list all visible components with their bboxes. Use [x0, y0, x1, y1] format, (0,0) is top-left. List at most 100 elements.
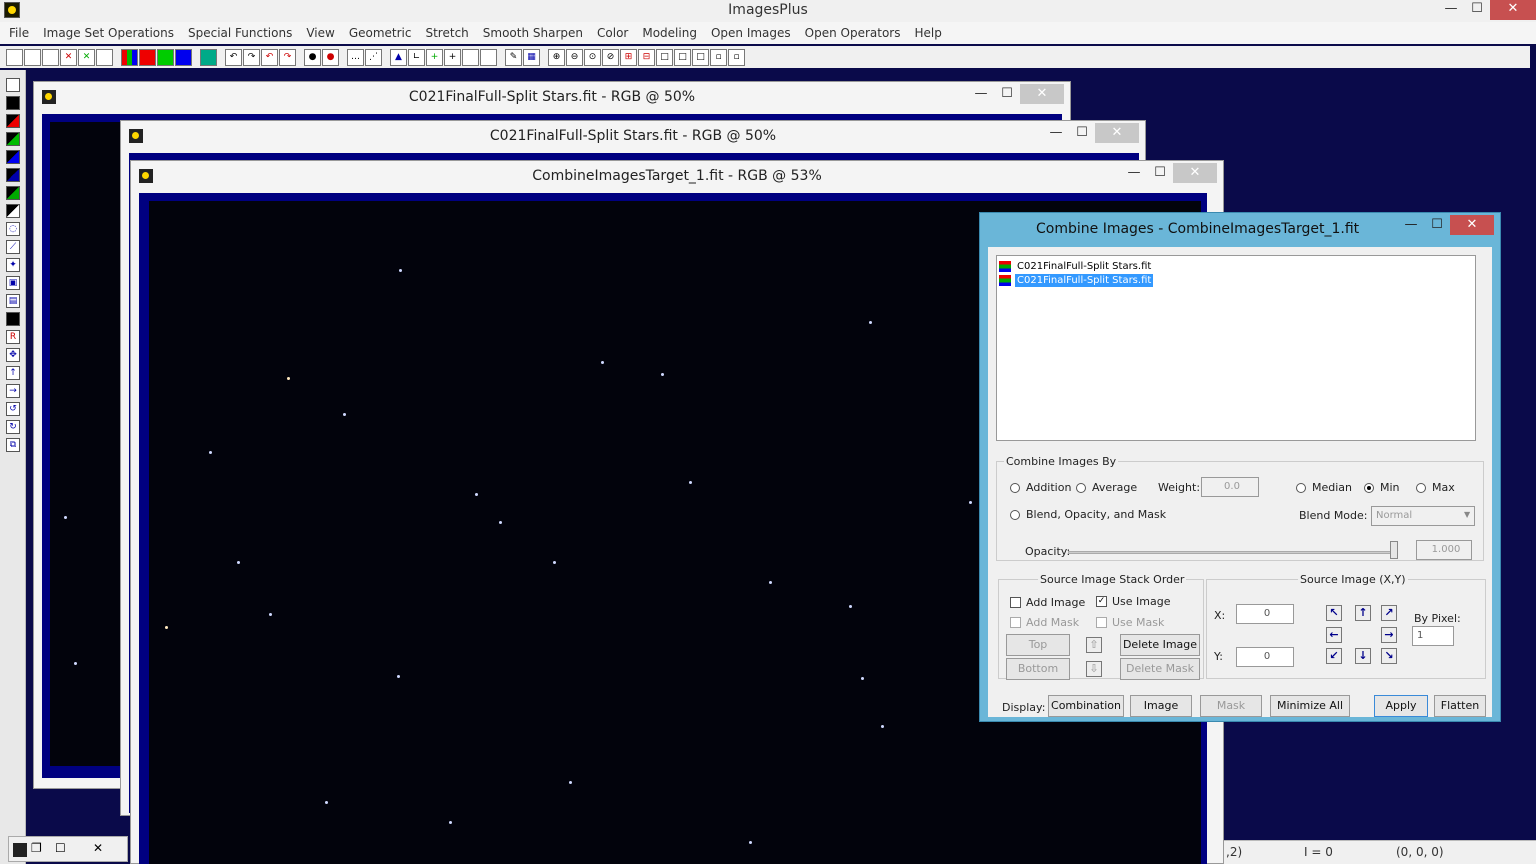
blue-black-icon[interactable]: [6, 150, 20, 164]
maximize-icon[interactable]: ☐: [1464, 0, 1490, 20]
addition-radio[interactable]: [1010, 483, 1020, 493]
frame-2-icon[interactable]: □: [674, 48, 691, 66]
star-icon[interactable]: ✦: [6, 258, 20, 272]
frame-4-icon[interactable]: ▫: [710, 48, 727, 66]
rgb-icon[interactable]: [121, 48, 138, 66]
list-item[interactable]: C021FinalFull-Split Stars.fit: [999, 260, 1153, 273]
median-radio[interactable]: [1296, 483, 1306, 493]
arrow-down-right-icon[interactable]: ↘: [1381, 648, 1397, 664]
minimize-icon[interactable]: —: [1438, 0, 1464, 20]
rotate-right-icon[interactable]: ↻: [6, 420, 20, 434]
arrow-up-icon[interactable]: ↑: [1355, 605, 1371, 621]
open-icon[interactable]: [24, 48, 41, 66]
move-down-icon[interactable]: ⇩: [1086, 661, 1102, 677]
minimized-window-bar[interactable]: ❐ ☐ ✕: [8, 836, 128, 862]
r-icon[interactable]: R: [6, 330, 20, 344]
move-up-icon[interactable]: ⇧: [1086, 637, 1102, 653]
chart-icon[interactable]: [480, 48, 497, 66]
add-mask-checkbox[interactable]: [1010, 617, 1021, 628]
frame-3-icon[interactable]: □: [692, 48, 709, 66]
redo-red-icon[interactable]: ↷: [279, 48, 296, 66]
arrow-down-left-icon[interactable]: ↙: [1326, 648, 1342, 664]
frame-1-icon[interactable]: □: [656, 48, 673, 66]
crosshair-icon[interactable]: +: [444, 48, 461, 66]
menu-geometric[interactable]: Geometric: [342, 22, 419, 44]
mountain-icon[interactable]: ▲: [390, 48, 407, 66]
arrow-right-icon[interactable]: →: [6, 384, 20, 398]
redo-icon[interactable]: ↷: [243, 48, 260, 66]
blend-mode-select[interactable]: Normal: [1371, 506, 1475, 526]
close-icon[interactable]: ✕: [1450, 215, 1494, 235]
zoom-red-plus-icon[interactable]: ⊞: [620, 48, 637, 66]
arrow-down-icon[interactable]: ↓: [1355, 648, 1371, 664]
top-button[interactable]: Top: [1006, 634, 1070, 656]
line-icon[interactable]: ⟋: [6, 240, 20, 254]
zoom-out-icon[interactable]: ⊖: [566, 48, 583, 66]
zoom-fit-icon[interactable]: ⊙: [584, 48, 601, 66]
delete-mask-button[interactable]: Delete Mask: [1120, 658, 1200, 680]
close-icon[interactable]: ✕: [1095, 123, 1139, 143]
tools-2-icon[interactable]: [6, 186, 20, 200]
arrow-right-icon[interactable]: →: [1381, 627, 1397, 643]
green-channel-icon[interactable]: [157, 48, 174, 66]
mask-button[interactable]: Mask: [1200, 695, 1262, 717]
chevron-down-icon[interactable]: ▼: [1464, 510, 1470, 519]
opacity-slider[interactable]: [1068, 551, 1394, 554]
crosshair-green-icon[interactable]: +: [426, 48, 443, 66]
menu-special-functions[interactable]: Special Functions: [181, 22, 299, 44]
arrow-left-icon[interactable]: ←: [1326, 627, 1342, 643]
by-pixel-field[interactable]: 1: [1412, 626, 1454, 646]
arrow-up-icon[interactable]: ↑: [6, 366, 20, 380]
zoom-in-icon[interactable]: ⊕: [548, 48, 565, 66]
zoom-red-minus-icon[interactable]: ⊟: [638, 48, 655, 66]
lasso-icon[interactable]: ◌: [6, 222, 20, 236]
min-radio[interactable]: [1364, 483, 1374, 493]
black-bar-icon[interactable]: [6, 312, 20, 326]
tools-3-icon[interactable]: [6, 204, 20, 218]
menu-color[interactable]: Color: [590, 22, 635, 44]
undo-red-icon[interactable]: ↶: [261, 48, 278, 66]
combination-button[interactable]: Combination: [1048, 695, 1124, 717]
zoom-actual-icon[interactable]: ⊘: [602, 48, 619, 66]
close-icon[interactable]: ✕: [1020, 84, 1064, 104]
copy-icon[interactable]: ⧉: [6, 438, 20, 452]
y-offset-field[interactable]: 0: [1236, 647, 1294, 667]
add-image-checkbox[interactable]: [1010, 597, 1021, 608]
maximize-icon[interactable]: ☐: [1147, 163, 1173, 183]
axes-icon[interactable]: ∟: [408, 48, 425, 66]
menu-file[interactable]: File: [2, 22, 36, 44]
black-square-icon[interactable]: [6, 96, 20, 110]
grid-blue-icon[interactable]: ▦: [523, 48, 540, 66]
minimize-all-button[interactable]: Minimize All: [1270, 695, 1350, 717]
max-radio[interactable]: [1416, 483, 1426, 493]
menu-view[interactable]: View: [299, 22, 341, 44]
maximize-icon[interactable]: ☐: [994, 84, 1020, 104]
blend-radio[interactable]: [1010, 510, 1020, 520]
minimize-icon[interactable]: —: [1121, 163, 1147, 183]
apply-button[interactable]: Apply: [1374, 695, 1428, 717]
maximize-icon[interactable]: ☐: [55, 841, 66, 855]
delete-image-button[interactable]: Delete Image: [1120, 634, 1200, 656]
disk-icon[interactable]: [6, 78, 20, 92]
image-canvas[interactable]: [50, 122, 130, 766]
arrow-up-right-icon[interactable]: ↗: [1381, 605, 1397, 621]
menu-open-images[interactable]: Open Images: [704, 22, 798, 44]
use-mask-checkbox[interactable]: [1096, 617, 1107, 628]
minimize-icon[interactable]: —: [1043, 123, 1069, 143]
undo-icon[interactable]: ↶: [225, 48, 242, 66]
use-image-checkbox[interactable]: ✓: [1096, 596, 1107, 607]
restore-icon[interactable]: ❐: [31, 841, 42, 855]
bottom-button[interactable]: Bottom: [1006, 658, 1070, 680]
opacity-field[interactable]: 1.000: [1416, 540, 1472, 560]
pencil-icon[interactable]: ✎: [505, 48, 522, 66]
minimize-icon[interactable]: —: [968, 84, 994, 104]
x-offset-field[interactable]: 0: [1236, 604, 1294, 624]
list-item-selected[interactable]: C021FinalFull-Split Stars.fit: [999, 274, 1154, 287]
maximize-icon[interactable]: ☐: [1069, 123, 1095, 143]
mask-icon[interactable]: ●: [304, 48, 321, 66]
frame-5-icon[interactable]: ▫: [728, 48, 745, 66]
minimize-icon[interactable]: —: [1398, 215, 1424, 235]
move-icon[interactable]: ✥: [6, 348, 20, 362]
menu-stretch[interactable]: Stretch: [418, 22, 475, 44]
save-icon[interactable]: [42, 48, 59, 66]
